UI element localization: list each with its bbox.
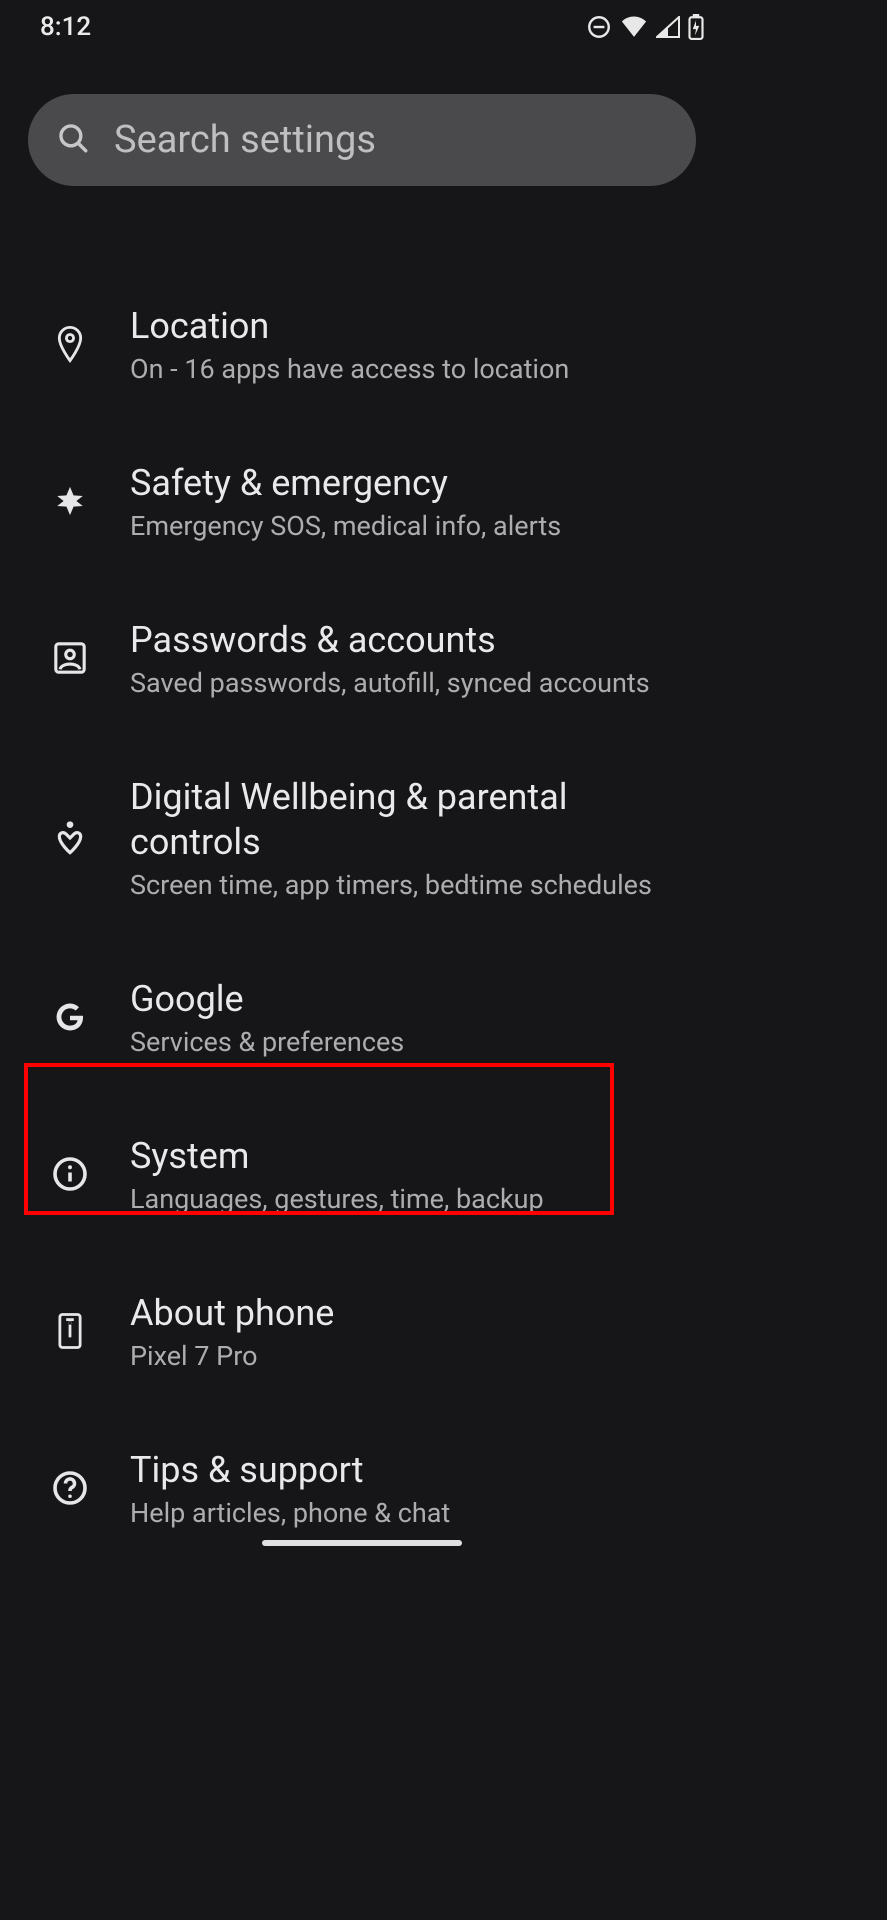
info-icon xyxy=(48,1152,92,1196)
settings-item-text: Tips & support Help articles, phone & ch… xyxy=(130,1448,700,1529)
settings-item-title: Tips & support xyxy=(130,1448,700,1493)
gesture-nav-bar[interactable] xyxy=(262,1540,462,1546)
search-icon xyxy=(56,121,90,159)
settings-item-title: System xyxy=(130,1134,700,1179)
help-icon xyxy=(48,1466,92,1510)
settings-item-location[interactable]: Location On - 16 apps have access to loc… xyxy=(0,252,724,423)
settings-item-subtitle: On - 16 apps have access to location xyxy=(130,353,700,385)
settings-item-title: Location xyxy=(130,304,700,349)
settings-item-subtitle: Services & preferences xyxy=(130,1026,700,1058)
settings-list[interactable]: Location On - 16 apps have access to loc… xyxy=(0,186,724,1560)
settings-item-subtitle: Emergency SOS, medical info, alerts xyxy=(130,510,700,542)
settings-item-text: Safety & emergency Emergency SOS, medica… xyxy=(130,461,700,542)
battery-icon xyxy=(688,14,704,40)
status-bar: 8:12 xyxy=(0,0,724,54)
settings-item-tips-support[interactable]: Tips & support Help articles, phone & ch… xyxy=(0,1410,724,1560)
settings-item-subtitle: Saved passwords, autofill, synced accoun… xyxy=(130,667,700,699)
settings-item-title: About phone xyxy=(130,1291,700,1336)
location-icon xyxy=(48,322,92,366)
settings-item-title: Google xyxy=(130,977,700,1022)
phone-device-icon xyxy=(48,1309,92,1353)
status-icons xyxy=(586,14,704,40)
settings-item-about-phone[interactable]: About phone Pixel 7 Pro xyxy=(0,1253,724,1410)
settings-item-text: Digital Wellbeing & parental controls Sc… xyxy=(130,775,700,901)
status-time: 8:12 xyxy=(40,12,91,42)
settings-item-google[interactable]: Google Services & preferences xyxy=(0,939,724,1096)
settings-item-title: Digital Wellbeing & parental controls xyxy=(130,775,610,865)
settings-item-subtitle: Languages, gestures, time, backup xyxy=(130,1183,700,1215)
settings-item-title: Safety & emergency xyxy=(130,461,700,506)
wifi-icon xyxy=(620,16,648,38)
search-bar-container: Search settings xyxy=(0,54,724,186)
settings-item-text: Passwords & accounts Saved passwords, au… xyxy=(130,618,700,699)
signal-icon xyxy=(656,16,680,38)
settings-screen: 8:12 Search settings xyxy=(0,0,724,1560)
search-settings-bar[interactable]: Search settings xyxy=(28,94,696,186)
settings-item-title: Passwords & accounts xyxy=(130,618,700,663)
account-box-icon xyxy=(48,636,92,680)
medical-icon xyxy=(48,479,92,523)
settings-item-digital-wellbeing[interactable]: Digital Wellbeing & parental controls Sc… xyxy=(0,737,724,939)
settings-item-text: About phone Pixel 7 Pro xyxy=(130,1291,700,1372)
settings-item-system[interactable]: System Languages, gestures, time, backup xyxy=(0,1096,724,1253)
settings-item-text: Google Services & preferences xyxy=(130,977,700,1058)
settings-item-text: System Languages, gestures, time, backup xyxy=(130,1134,700,1215)
settings-item-subtitle: Pixel 7 Pro xyxy=(130,1340,700,1372)
search-placeholder: Search settings xyxy=(114,118,376,162)
settings-item-safety-emergency[interactable]: Safety & emergency Emergency SOS, medica… xyxy=(0,423,724,580)
wellbeing-icon xyxy=(48,816,92,860)
partial-item-above xyxy=(0,214,724,252)
settings-item-passwords-accounts[interactable]: Passwords & accounts Saved passwords, au… xyxy=(0,580,724,737)
settings-item-subtitle: Screen time, app timers, bedtime schedul… xyxy=(130,869,700,901)
settings-item-text: Location On - 16 apps have access to loc… xyxy=(130,304,700,385)
google-icon xyxy=(48,995,92,1039)
dnd-icon xyxy=(586,14,612,40)
settings-item-subtitle: Help articles, phone & chat xyxy=(130,1497,700,1529)
